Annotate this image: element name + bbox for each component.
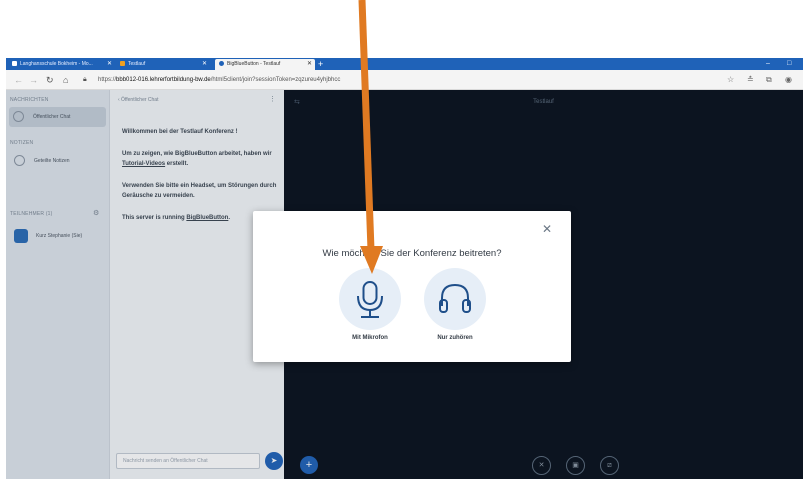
screenshot: Langhansschule Bokheim - Mo... ✕ Testlau… xyxy=(0,0,803,479)
instruction-arrow xyxy=(358,0,383,274)
